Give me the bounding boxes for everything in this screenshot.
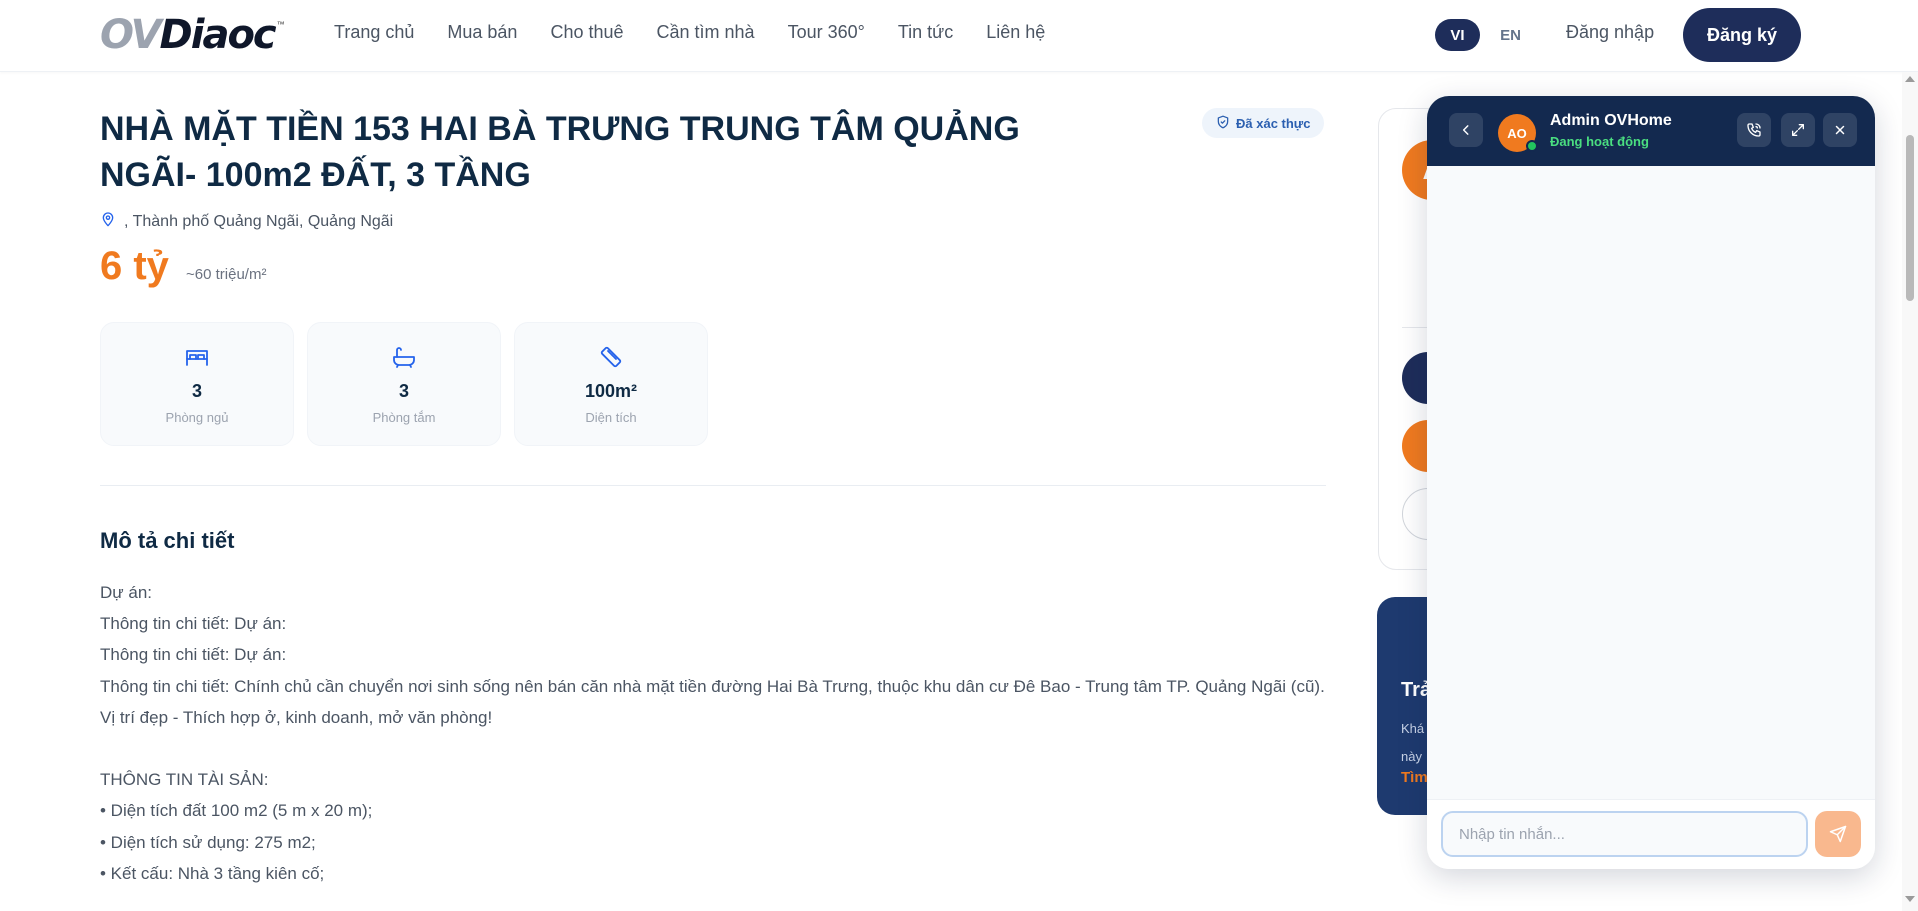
description-line: • Kết cấu: Nhà 3 tầng kiên cố;: [100, 863, 325, 883]
chat-panel: AO Admin OVHome Đang hoạt động: [1427, 96, 1875, 869]
description-line: THÔNG TIN TÀI SẢN:: [100, 770, 269, 790]
spec-bedrooms: 3 Phòng ngủ: [100, 322, 294, 446]
promo-text: Khá này: [1401, 721, 1425, 764]
description-line: • Diện tích đất 100 m2 (5 m x 20 m);: [100, 801, 373, 821]
chat-message-input[interactable]: [1441, 811, 1808, 857]
language-switcher: VI EN: [1435, 19, 1533, 51]
nav-buy-sell[interactable]: Mua bán: [447, 22, 517, 43]
send-icon[interactable]: [1815, 811, 1861, 857]
unit-price: ~60 triệu/m²: [186, 266, 267, 283]
description-line: Thông tin chi tiết: Chính chủ cần chuyển…: [100, 676, 1325, 696]
section-divider: [100, 485, 1326, 486]
nav-wanted[interactable]: Cần tìm nhà: [657, 22, 755, 43]
promo-link[interactable]: Tìm: [1401, 769, 1428, 786]
expand-icon[interactable]: [1781, 113, 1815, 147]
bed-icon: [184, 343, 210, 371]
description-line: • Diện tích sử dụng: 275 m2;: [100, 832, 316, 852]
close-icon[interactable]: [1823, 113, 1857, 147]
verified-badge: Đã xác thực: [1202, 108, 1325, 138]
lang-en-button[interactable]: EN: [1488, 19, 1533, 51]
description-line: Thông tin chi tiết: Dự án:: [100, 614, 287, 634]
scrollbar-thumb[interactable]: [1906, 135, 1914, 301]
login-link[interactable]: Đăng nhập: [1566, 22, 1654, 43]
logo-text: OVDiaoc: [100, 12, 277, 58]
bathtub-icon: [391, 343, 417, 371]
spec-label: Phòng tắm: [372, 410, 436, 425]
scroll-down-arrow-icon[interactable]: [1905, 896, 1915, 902]
listing-price: 6 tỷ: [100, 244, 169, 288]
nav-tour-360[interactable]: Tour 360°: [788, 22, 865, 43]
nav-rent[interactable]: Cho thuê: [550, 22, 623, 43]
nav-home[interactable]: Trang chủ: [334, 22, 414, 43]
nav-news[interactable]: Tin tức: [898, 22, 953, 43]
description-line: Dự án:: [100, 583, 153, 602]
shield-check-icon: [1216, 115, 1230, 132]
chat-contact-status: Đang hoạt động: [1550, 134, 1649, 149]
map-pin-icon: [100, 210, 116, 233]
spec-value: 100m²: [584, 381, 638, 401]
main-nav: Trang chủ Mua bán Cho thuê Cần tìm nhà T…: [334, 22, 1078, 43]
description-line: Vị trí đẹp - Thích hợp ở, kinh doanh, mở…: [100, 707, 493, 727]
location-text: , Thành phố Quảng Ngãi, Quảng Ngãi: [124, 212, 394, 230]
chat-composer: [1427, 799, 1875, 869]
spec-value: 3: [398, 381, 409, 401]
register-button[interactable]: Đăng ký: [1683, 8, 1801, 62]
chevron-left-icon[interactable]: [1449, 113, 1483, 147]
verified-label: Đã xác thực: [1236, 115, 1311, 131]
nav-contact[interactable]: Liên hệ: [986, 22, 1045, 43]
spec-value: 3: [191, 381, 202, 401]
chat-messages-area: [1427, 166, 1875, 799]
listing-location: , Thành phố Quảng Ngãi, Quảng Ngãi: [100, 210, 393, 233]
phone-icon[interactable]: [1737, 113, 1771, 147]
description-body: Dự án: Thông tin chi tiết: Dự án: Thông …: [100, 577, 1330, 889]
listing-title: NHÀ MẶT TIỀN 153 HAI BÀ TRƯNG TRUNG TÂM …: [100, 110, 1020, 194]
site-logo[interactable]: OVDiaoc ™: [100, 12, 285, 58]
description-title: Mô tả chi tiết: [100, 528, 235, 553]
lang-vi-button[interactable]: VI: [1435, 19, 1480, 51]
spec-label: Phòng ngủ: [165, 410, 229, 425]
description-line: Thông tin chi tiết: Dự án:: [100, 645, 287, 665]
spec-bathrooms: 3 Phòng tắm: [307, 322, 501, 446]
spec-area: 100m² Diện tích: [514, 322, 708, 446]
scroll-up-arrow-icon[interactable]: [1905, 76, 1915, 82]
ruler-icon: [598, 343, 624, 371]
spec-label: Diện tích: [585, 410, 637, 425]
online-indicator: [1526, 140, 1538, 152]
chat-contact-name: Admin OVHome: [1550, 112, 1672, 129]
site-header: OVDiaoc ™ Trang chủ Mua bán Cho thuê Cần…: [0, 0, 1918, 72]
description-line: [100, 733, 1330, 764]
chat-header: AO Admin OVHome Đang hoạt động: [1427, 96, 1875, 166]
spec-cards: 3 Phòng ngủ 3 Phòng tắm 100m² Diện tích: [100, 322, 708, 446]
